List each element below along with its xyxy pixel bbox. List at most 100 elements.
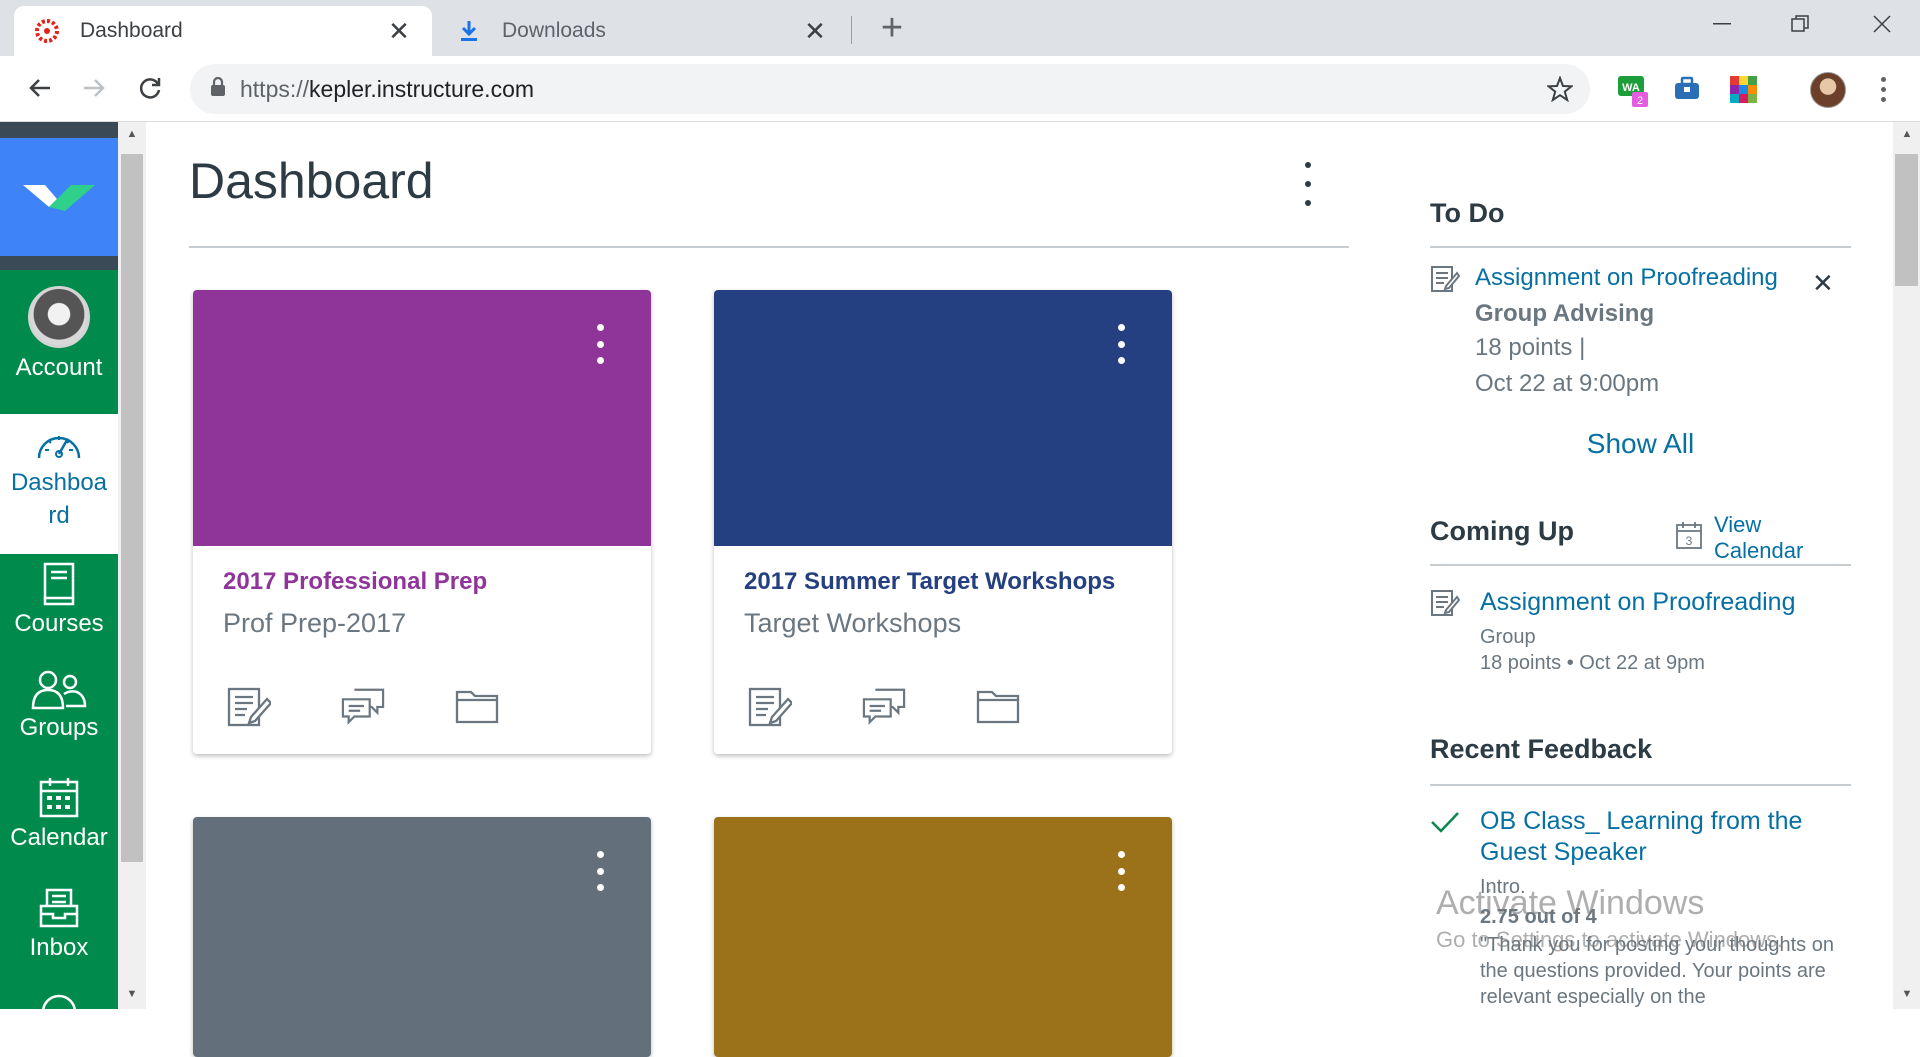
dismiss-icon[interactable]: ✕: [1812, 268, 1834, 299]
page-scrollbar[interactable]: ▲ ▼: [1893, 122, 1920, 1009]
profile-avatar[interactable]: [1810, 72, 1846, 108]
coming-up-item-link[interactable]: Assignment on Proofreading: [1480, 588, 1795, 617]
tab-title: Dashboard: [80, 19, 183, 42]
scroll-down-arrow-icon[interactable]: ▼: [124, 988, 140, 1000]
course-name[interactable]: 2017 Professional Prep: [223, 568, 487, 596]
user-avatar: [28, 286, 90, 348]
close-window-button[interactable]: [1854, 4, 1910, 44]
close-tab-icon[interactable]: ✕: [384, 16, 414, 47]
browser-menu-icon[interactable]: [1868, 74, 1898, 104]
dashboard-options-icon[interactable]: [1296, 162, 1320, 206]
nav-label: Groups: [19, 714, 99, 741]
card-actions: [227, 684, 499, 728]
calendar-icon: [0, 776, 118, 820]
feedback-score: 2.75 out of 4: [1480, 906, 1597, 928]
view-calendar-label: View Calendar: [1714, 512, 1804, 563]
nav-account[interactable]: Account: [0, 286, 118, 382]
files-icon[interactable]: [976, 684, 1020, 728]
show-all-link[interactable]: Show All: [1430, 428, 1851, 460]
card-options-icon[interactable]: [1116, 324, 1126, 364]
course-card[interactable]: [714, 817, 1172, 1057]
address-bar[interactable]: https://kepler.instructure.com: [190, 64, 1590, 114]
restore-button[interactable]: [1772, 4, 1828, 44]
bookmark-star-icon[interactable]: [1540, 76, 1580, 102]
course-card[interactable]: 2017 Professional Prep Prof Prep-2017: [193, 290, 651, 754]
card-options-icon[interactable]: [595, 324, 605, 364]
wa-extension-icon[interactable]: WA 2: [1616, 74, 1648, 107]
download-icon: [454, 16, 484, 46]
nav-label: Calendar: [10, 824, 108, 851]
tab-strip: Dashboard ✕ Downloads ✕ +: [0, 0, 1920, 56]
discussions-icon[interactable]: [862, 684, 906, 728]
checkmark-icon: [1430, 810, 1460, 841]
files-icon[interactable]: [455, 684, 499, 728]
scroll-up-arrow-icon[interactable]: ▲: [1899, 128, 1915, 140]
card-actions: [748, 684, 1020, 728]
card-options-icon[interactable]: [1116, 851, 1126, 891]
nav-label: Inbox: [29, 934, 89, 961]
toolbox-extension-icon[interactable]: [1672, 74, 1702, 104]
view-calendar-link[interactable]: 3 View Calendar: [1676, 512, 1850, 564]
feedback-item-link[interactable]: OB Class_ Learning from the Guest Speake…: [1480, 806, 1820, 868]
nav-calendar[interactable]: Calendar: [0, 776, 118, 852]
minimize-button[interactable]: [1694, 4, 1750, 44]
canvas-app: Account Dashboard Courses Groups Calenda…: [0, 122, 1920, 1057]
assignments-icon[interactable]: [748, 684, 792, 728]
course-card-hero[interactable]: [714, 290, 1172, 546]
coming-up-meta: 18 points • Oct 22 at 9pm: [1480, 652, 1705, 674]
tab-dashboard[interactable]: Dashboard ✕: [14, 6, 432, 56]
url-text: https://kepler.instructure.com: [240, 75, 535, 102]
coming-up-course: Group: [1480, 626, 1536, 648]
course-card-hero[interactable]: [193, 817, 651, 1057]
scrollbar-thumb[interactable]: [1895, 154, 1918, 286]
todo-points: 18 points |: [1475, 334, 1586, 361]
calendar-icon: 3: [1676, 521, 1702, 555]
course-card[interactable]: 2017 Summer Target Workshops Target Work…: [714, 290, 1172, 754]
scroll-up-arrow-icon[interactable]: ▲: [124, 128, 140, 140]
tab-separator: [851, 16, 852, 44]
scrollbar-thumb[interactable]: [121, 154, 143, 862]
forward-arrow-icon[interactable]: [74, 68, 114, 108]
course-card-hero[interactable]: [714, 817, 1172, 1057]
svg-text:3: 3: [1686, 534, 1693, 548]
nav-courses[interactable]: Courses: [0, 562, 118, 638]
nav-label: Dashboard: [10, 469, 108, 529]
nav-inbox[interactable]: Inbox: [0, 886, 118, 962]
course-name[interactable]: 2017 Summer Target Workshops: [744, 568, 1115, 596]
institution-logo[interactable]: [0, 138, 118, 256]
feedback-comment: "Thank you for posting your thoughts on …: [1480, 934, 1834, 1008]
todo-course: Group Advising: [1475, 300, 1655, 327]
todo-heading: To Do: [1430, 198, 1505, 228]
course-code: Target Workshops: [744, 608, 962, 638]
color-grid-extension-icon[interactable]: [1728, 74, 1758, 104]
nav-scrollbar[interactable]: ▲ ▼: [118, 122, 146, 1009]
browser-toolbar: https://kepler.instructure.com WA 2: [0, 56, 1920, 122]
course-card[interactable]: [193, 817, 651, 1057]
divider: [1430, 246, 1851, 248]
assignment-icon: [1430, 264, 1461, 299]
groups-icon: [0, 670, 118, 710]
svg-text:2: 2: [1637, 95, 1643, 107]
discussions-icon[interactable]: [341, 684, 385, 728]
course-card-hero[interactable]: [193, 290, 651, 546]
speedometer-icon: [0, 428, 118, 462]
scroll-down-arrow-icon[interactable]: ▼: [1899, 988, 1915, 1000]
dashboard-main: Dashboard 2017 Professional Prep Prof Pr…: [146, 122, 1376, 1057]
inbox-icon: [0, 886, 118, 930]
close-tab-icon[interactable]: ✕: [800, 16, 830, 47]
card-options-icon[interactable]: [595, 851, 605, 891]
nav-dashboard[interactable]: Dashboard: [0, 414, 118, 554]
todo-item-link[interactable]: Assignment on Proofreading: [1475, 264, 1778, 292]
feedback-course: Intro.: [1480, 876, 1526, 898]
coming-up-heading: Coming Up: [1430, 516, 1574, 546]
lock-icon[interactable]: [210, 76, 226, 102]
tab-downloads[interactable]: Downloads ✕: [436, 6, 848, 56]
new-tab-button[interactable]: +: [874, 9, 910, 47]
assignment-icon: [1430, 588, 1461, 623]
nav-label: Account: [15, 354, 103, 381]
nav-groups[interactable]: Groups: [0, 670, 118, 742]
back-arrow-icon[interactable]: [20, 68, 60, 108]
assignments-icon[interactable]: [227, 684, 271, 728]
right-sidebar: To Do Assignment on Proofreading Group A…: [1430, 122, 1851, 1009]
reload-icon[interactable]: [130, 68, 170, 108]
